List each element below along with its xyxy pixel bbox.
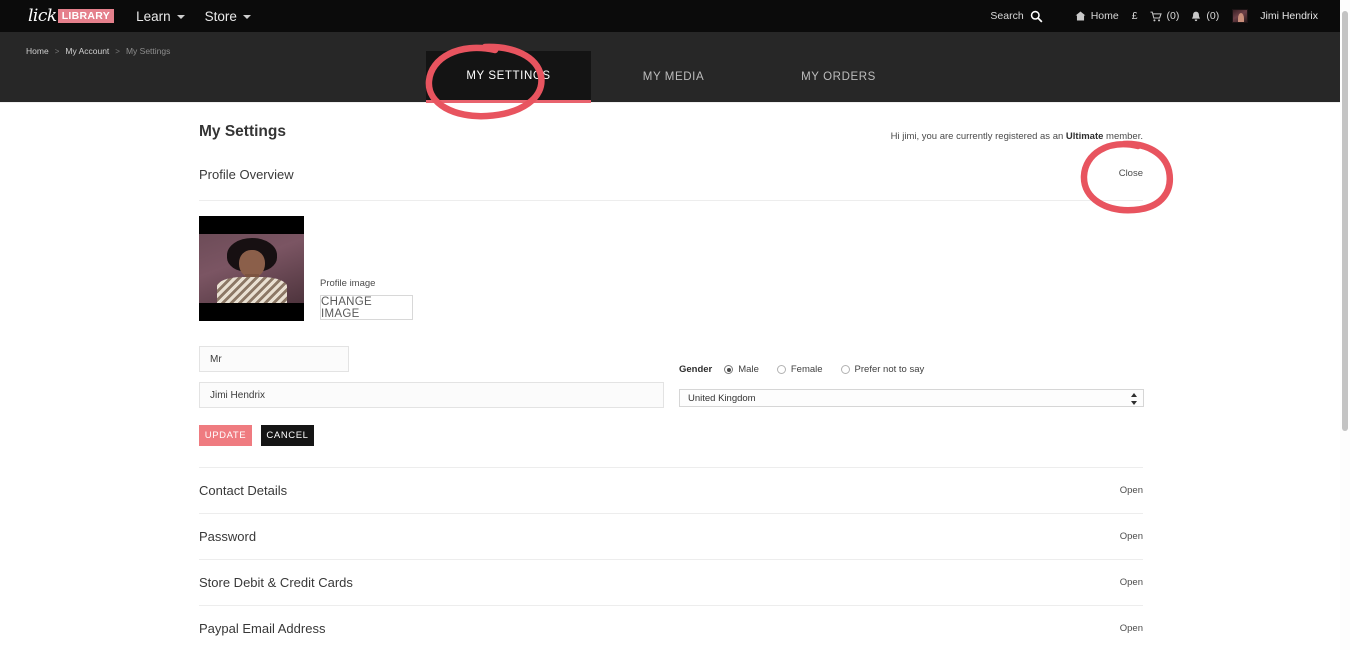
membership-tier: Ultimate xyxy=(1066,131,1103,142)
accordion-row-title: Password xyxy=(199,529,256,544)
letterbox-band-bottom xyxy=(199,303,304,321)
scrollbar-thumb[interactable] xyxy=(1342,11,1348,431)
gender-option-prefer-not-to-say-label: Prefer not to say xyxy=(855,364,925,375)
tab-my-media[interactable]: MY MEDIA xyxy=(591,51,756,103)
photo-shirt-shape xyxy=(217,277,287,303)
user-menu[interactable]: Jimi Hendrix xyxy=(1232,9,1318,23)
breadcrumb-separator-icon: > xyxy=(55,47,60,56)
avatar xyxy=(1232,9,1248,23)
logo-primary-text: lick xyxy=(28,8,57,25)
search-button[interactable]: Search xyxy=(990,10,1042,23)
full-name-input[interactable]: Jimi Hendrix xyxy=(199,382,664,408)
title-input[interactable]: Mr xyxy=(199,346,349,372)
chevron-down-icon xyxy=(243,15,251,19)
stepper-down-arrow-icon xyxy=(1131,401,1137,405)
country-select-value: United Kingdom xyxy=(688,393,756,404)
section-toggle-close-link[interactable]: Close xyxy=(1119,168,1143,179)
cancel-button[interactable]: CANCEL xyxy=(261,425,314,446)
settings-accordion: Contact Details Open Password Open Store… xyxy=(199,467,1143,650)
primary-navigation: Learn Store xyxy=(136,9,251,24)
header-home-label: Home xyxy=(1091,10,1119,22)
site-logo[interactable]: lick LIBRARY xyxy=(28,8,114,25)
nav-item-store[interactable]: Store xyxy=(205,9,251,24)
title-input-value: Mr xyxy=(210,354,222,365)
tab-my-media-label: MY MEDIA xyxy=(643,71,704,83)
cart-icon xyxy=(1150,11,1162,22)
gender-field-group: Gender Male Female Prefer not to say xyxy=(679,364,942,375)
profile-overview-section-header: Profile Overview Close xyxy=(199,166,1143,201)
accordion-row-contact-details[interactable]: Contact Details Open xyxy=(199,467,1143,513)
gender-option-female[interactable]: Female xyxy=(777,364,823,375)
radio-button-icon[interactable] xyxy=(777,365,786,374)
breadcrumb-item-my-account[interactable]: My Account xyxy=(65,46,109,56)
nav-item-store-label: Store xyxy=(205,9,237,24)
membership-status-text: Hi jimi, you are currently registered as… xyxy=(891,131,1143,142)
top-header-bar: lick LIBRARY Learn Store Search xyxy=(0,0,1350,32)
profile-image-controls: Profile image CHANGE IMAGE xyxy=(320,278,413,320)
gender-option-male[interactable]: Male xyxy=(724,364,759,375)
cart-button[interactable]: (0) xyxy=(1150,10,1180,22)
search-label: Search xyxy=(990,10,1023,22)
accordion-row-toggle[interactable]: Open xyxy=(1120,485,1143,496)
currency-selector[interactable]: £ xyxy=(1132,10,1138,22)
stepper-up-arrow-icon xyxy=(1131,393,1137,397)
gender-option-female-label: Female xyxy=(791,364,823,375)
logo-secondary-badge: LIBRARY xyxy=(58,9,114,23)
home-icon xyxy=(1075,11,1086,21)
page-scrollbar[interactable] xyxy=(1340,0,1350,650)
profile-form-actions: UPDATE CANCEL xyxy=(199,425,314,446)
notifications-button[interactable]: (0) xyxy=(1191,10,1219,22)
breadcrumb-item-my-settings: My Settings xyxy=(126,46,170,56)
user-name-label: Jimi Hendrix xyxy=(1260,10,1318,22)
membership-suffix: member. xyxy=(1103,131,1143,142)
header-utility-area: Search Home £ xyxy=(990,9,1318,23)
breadcrumb: Home > My Account > My Settings xyxy=(26,46,170,56)
breadcrumb-separator-icon: > xyxy=(115,47,120,56)
profile-photo-body xyxy=(199,234,304,303)
header-home-link[interactable]: Home xyxy=(1075,10,1119,22)
tab-my-settings-label: MY SETTINGS xyxy=(466,70,550,82)
currency-label: £ xyxy=(1132,10,1138,22)
tab-my-settings[interactable]: MY SETTINGS xyxy=(426,51,591,103)
accordion-row-title: Paypal Email Address xyxy=(199,621,325,636)
membership-prefix: Hi jimi, you are currently registered as… xyxy=(891,131,1066,142)
page-root: lick LIBRARY Learn Store Search xyxy=(0,0,1350,650)
change-image-button[interactable]: CHANGE IMAGE xyxy=(320,295,413,320)
accordion-row-title: Store Debit & Credit Cards xyxy=(199,575,353,590)
gender-label: Gender xyxy=(679,364,712,375)
sub-navigation-bar: Home > My Account > My Settings MY SETTI… xyxy=(0,32,1350,103)
accordion-row-toggle[interactable]: Open xyxy=(1120,577,1143,588)
radio-button-icon[interactable] xyxy=(724,365,733,374)
search-icon xyxy=(1030,10,1043,23)
account-tabs: MY SETTINGS MY MEDIA MY ORDERS xyxy=(426,51,921,103)
bell-icon xyxy=(1191,11,1201,22)
chevron-down-icon xyxy=(177,15,185,19)
tab-my-orders[interactable]: MY ORDERS xyxy=(756,51,921,103)
letterbox-band-top xyxy=(199,216,304,234)
accordion-row-password[interactable]: Password Open xyxy=(199,513,1143,559)
profile-image-label: Profile image xyxy=(320,278,413,289)
gender-option-prefer-not-to-say[interactable]: Prefer not to say xyxy=(841,364,925,375)
page-title: My Settings xyxy=(199,123,286,141)
full-name-input-value: Jimi Hendrix xyxy=(210,390,265,401)
country-select[interactable]: United Kingdom xyxy=(679,389,1144,407)
breadcrumb-item-home[interactable]: Home xyxy=(26,46,49,56)
tab-my-orders-label: MY ORDERS xyxy=(801,71,876,83)
accordion-row-toggle[interactable]: Open xyxy=(1120,531,1143,542)
notifications-count: (0) xyxy=(1206,10,1219,22)
profile-image xyxy=(199,216,304,321)
accordion-row-paypal-email[interactable]: Paypal Email Address Open xyxy=(199,605,1143,650)
accordion-row-toggle[interactable]: Open xyxy=(1120,623,1143,634)
accordion-row-store-cards[interactable]: Store Debit & Credit Cards Open xyxy=(199,559,1143,605)
select-stepper-icon xyxy=(1130,393,1137,405)
section-title: Profile Overview xyxy=(199,167,294,182)
gender-option-male-label: Male xyxy=(738,364,759,375)
radio-button-icon[interactable] xyxy=(841,365,850,374)
nav-item-learn-label: Learn xyxy=(136,9,171,24)
update-button[interactable]: UPDATE xyxy=(199,425,252,446)
cart-count: (0) xyxy=(1167,10,1180,22)
nav-item-learn[interactable]: Learn xyxy=(136,9,185,24)
accordion-row-title: Contact Details xyxy=(199,483,287,498)
